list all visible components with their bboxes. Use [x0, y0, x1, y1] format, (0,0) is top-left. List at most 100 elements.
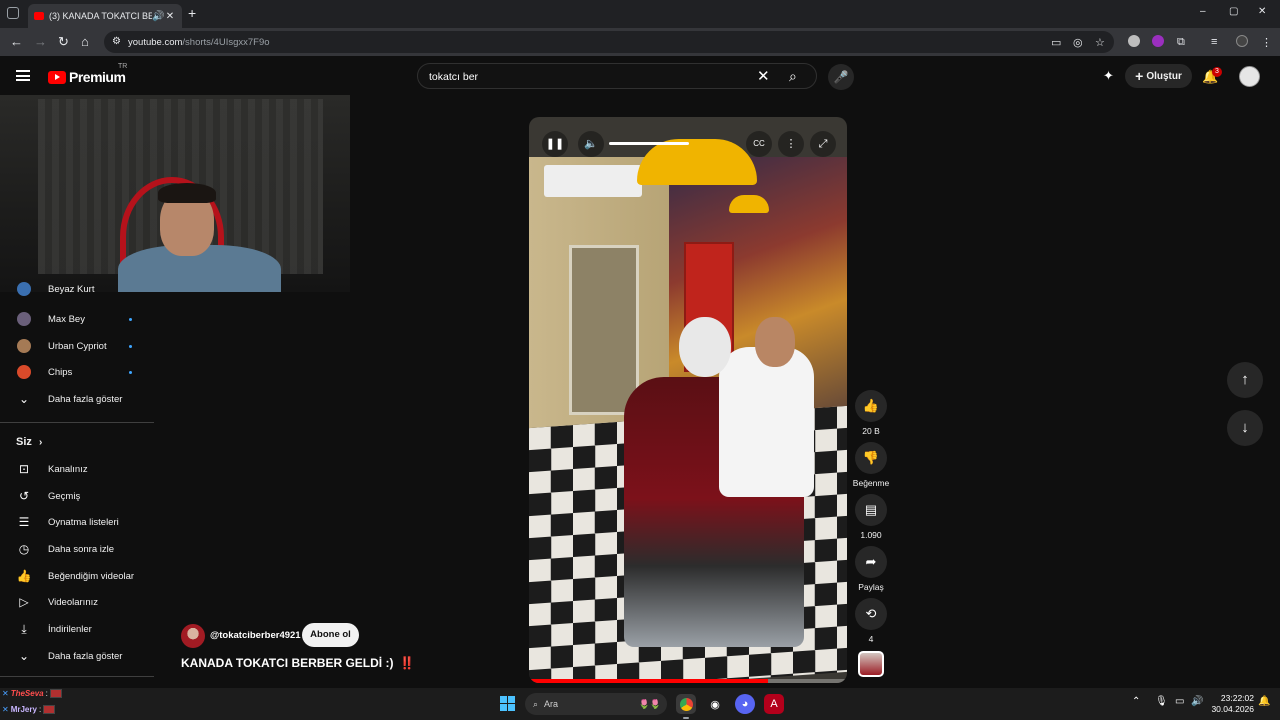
active-app-indicator [683, 717, 689, 719]
clock-time: 23:22:02 [1220, 693, 1254, 703]
notification-center-icon[interactable]: 🔔 [1258, 696, 1270, 707]
like-button[interactable]: 👍 20 B [855, 390, 887, 436]
sidebar-item-your-videos[interactable]: ▷ Videolarınız [0, 590, 154, 614]
sidebar-item-your-channel[interactable]: ⊡ Kanalınız [0, 457, 154, 481]
bookmark-star-icon[interactable]: ☆ [1095, 36, 1105, 49]
menu-icon[interactable] [16, 70, 30, 81]
sound-thumbnail[interactable] [858, 651, 884, 677]
remix-button[interactable]: ⟲ 4 [855, 598, 887, 644]
url-host: youtube.com [128, 36, 183, 48]
sidebar-item-label: Beğendiğim videolar [48, 570, 135, 582]
sidebar-item-playlists[interactable]: ☰ Oynatma listeleri [0, 510, 154, 534]
volume-icon[interactable]: 🔈 [578, 131, 604, 157]
sidebar-divider [0, 676, 154, 677]
sidebar-sub-max-bey[interactable]: Max Bey [0, 307, 154, 331]
browser-tab[interactable]: (3) KANADA TOKATCI BERBER 🔊 ✕ [28, 4, 182, 28]
search-input[interactable]: tokatcı ber [429, 71, 478, 83]
site-info-icon[interactable]: ⚙ [112, 36, 121, 47]
sidebar-item-liked-videos[interactable]: 👍 Beğendiğim videolar [0, 564, 154, 588]
voice-search-icon[interactable]: 🎤 [828, 64, 854, 90]
speaker-icon[interactable]: 🔊 [152, 11, 164, 22]
tab-search-icon[interactable] [7, 7, 19, 19]
account-avatar[interactable] [1239, 66, 1260, 87]
home-icon[interactable]: ⌂ [81, 34, 89, 49]
next-short-button[interactable]: ↓ [1227, 410, 1263, 446]
shield-extension-icon[interactable] [1128, 35, 1140, 47]
progress-bar[interactable] [529, 679, 847, 683]
microphone-icon[interactable]: 🎙 [1155, 696, 1168, 707]
sidebar: Beyaz Kurt Max Bey Urban Cypriot Chips ⌄… [0, 282, 154, 684]
sidebar-sub-chips[interactable]: Chips [0, 360, 154, 384]
volume-slider[interactable] [609, 142, 689, 145]
taskbar-clock[interactable]: 23:22:02 30.04.2026 [1206, 693, 1254, 715]
url-field[interactable]: ⚙ youtube.com/shorts/4UIsgxx7F9o [104, 31, 1114, 53]
sidebar-section-you[interactable]: Siz › [16, 436, 42, 448]
video-frame-client-head [679, 317, 731, 377]
sidebar-item-history[interactable]: ↺ Geçmiş [0, 484, 154, 508]
reading-list-icon[interactable]: ≡ [1211, 36, 1217, 48]
youtube-premium-logo[interactable]: Premium TR [48, 63, 127, 85]
channel-avatar[interactable] [181, 624, 205, 648]
puzzle-icon[interactable]: ⧉ [1177, 36, 1185, 49]
clear-search-icon[interactable]: ✕ [757, 67, 770, 85]
forward-arrow-icon[interactable]: → [34, 34, 47, 49]
like-count: 20 B [862, 426, 880, 436]
sidebar-item-label: Videolarınız [48, 596, 98, 608]
obs-icon[interactable]: ◉ [705, 694, 725, 714]
eye-off-icon[interactable]: ◎ [1073, 36, 1083, 49]
sidebar-item-downloads[interactable]: ⤓ İndirilenler [0, 617, 154, 641]
search-box[interactable]: tokatcı ber ✕ ⌕ [417, 63, 817, 89]
close-window-button[interactable]: ✕ [1258, 6, 1266, 17]
taskbar-search[interactable]: ⌕ Ara 🌷🌷 [525, 693, 667, 715]
back-arrow-icon[interactable]: ← [10, 34, 23, 49]
windows-start-icon[interactable] [500, 696, 515, 711]
address-bar: ← → ↻ ⌂ ⚙ youtube.com/shorts/4UIsgxx7F9o… [0, 28, 1280, 56]
close-tab-icon[interactable]: ✕ [164, 11, 176, 22]
cast-icon[interactable]: ▭ [1051, 36, 1061, 49]
pause-icon[interactable]: ❚❚ [542, 131, 568, 157]
share-button[interactable]: ➦ Paylaş [855, 546, 887, 592]
shorts-player[interactable]: ❚❚ 🔈 CC ⋮ ⤢ [529, 117, 847, 683]
history-icon: ↺ [18, 489, 30, 503]
create-button[interactable]: + Oluştur [1125, 64, 1192, 88]
speaker-icon[interactable]: 🔊 [1191, 696, 1203, 707]
reload-icon[interactable]: ↻ [58, 34, 69, 50]
chat-line: ✕ MrJery : [2, 705, 56, 714]
chevron-up-icon[interactable]: ⌃ [1132, 696, 1140, 707]
more-options-icon[interactable]: ⋮ [778, 131, 804, 157]
chevron-down-icon: ⌄ [18, 392, 30, 406]
channel-handle[interactable]: @tokatciberber4921 [210, 630, 301, 641]
gemini-sparkle-icon[interactable]: ✦ [1103, 68, 1114, 84]
chevron-right-icon: › [38, 437, 43, 448]
fullscreen-icon[interactable]: ⤢ [810, 131, 836, 157]
network-icon[interactable]: ▭ [1175, 696, 1184, 707]
chrome-icon[interactable] [676, 694, 696, 714]
sidebar-sub-urban-cypriot[interactable]: Urban Cypriot [0, 334, 154, 358]
minimize-button[interactable]: – [1200, 6, 1206, 17]
captions-icon[interactable]: CC [746, 131, 772, 157]
new-tab-button[interactable]: + [188, 5, 196, 21]
sidebar-show-more-subs[interactable]: ⌄ Daha fazla göster [0, 387, 154, 411]
sidebar-item-watch-later[interactable]: ◷ Daha sonra izle [0, 537, 154, 561]
chat-emote [49, 689, 62, 698]
sidebar-sub-beyaz-kurt[interactable]: Beyaz Kurt [0, 280, 154, 298]
platform-icon: ✕ [2, 689, 9, 698]
dislike-label: Beğenme [852, 478, 890, 488]
search-icon[interactable]: ⌕ [789, 68, 797, 85]
extension-icon[interactable] [1152, 35, 1164, 47]
dislike-button[interactable]: 👎 Beğenme [853, 442, 889, 488]
profile-avatar[interactable] [1236, 35, 1248, 47]
previous-short-button[interactable]: ↑ [1227, 362, 1263, 398]
channel-avatar [17, 312, 31, 326]
sidebar-show-more-you[interactable]: ⌄ Daha fazla göster [0, 644, 154, 668]
video-frame-barber [719, 347, 814, 497]
menu-dots-icon[interactable]: ⋮ [1261, 36, 1272, 49]
short-title-text: KANADA TOKATCI BERBER GELDİ :) [181, 656, 394, 670]
valorant-icon[interactable]: A [764, 694, 784, 714]
discord-icon[interactable]: ◕ [735, 694, 755, 714]
subscribe-button[interactable]: Abone ol [302, 623, 359, 647]
maximize-button[interactable]: ▢ [1229, 6, 1238, 17]
comments-button[interactable]: ▤ 1.090 [855, 494, 887, 540]
sidebar-item-label: Daha fazla göster [48, 393, 123, 405]
video-frame-barber-head [755, 317, 795, 367]
